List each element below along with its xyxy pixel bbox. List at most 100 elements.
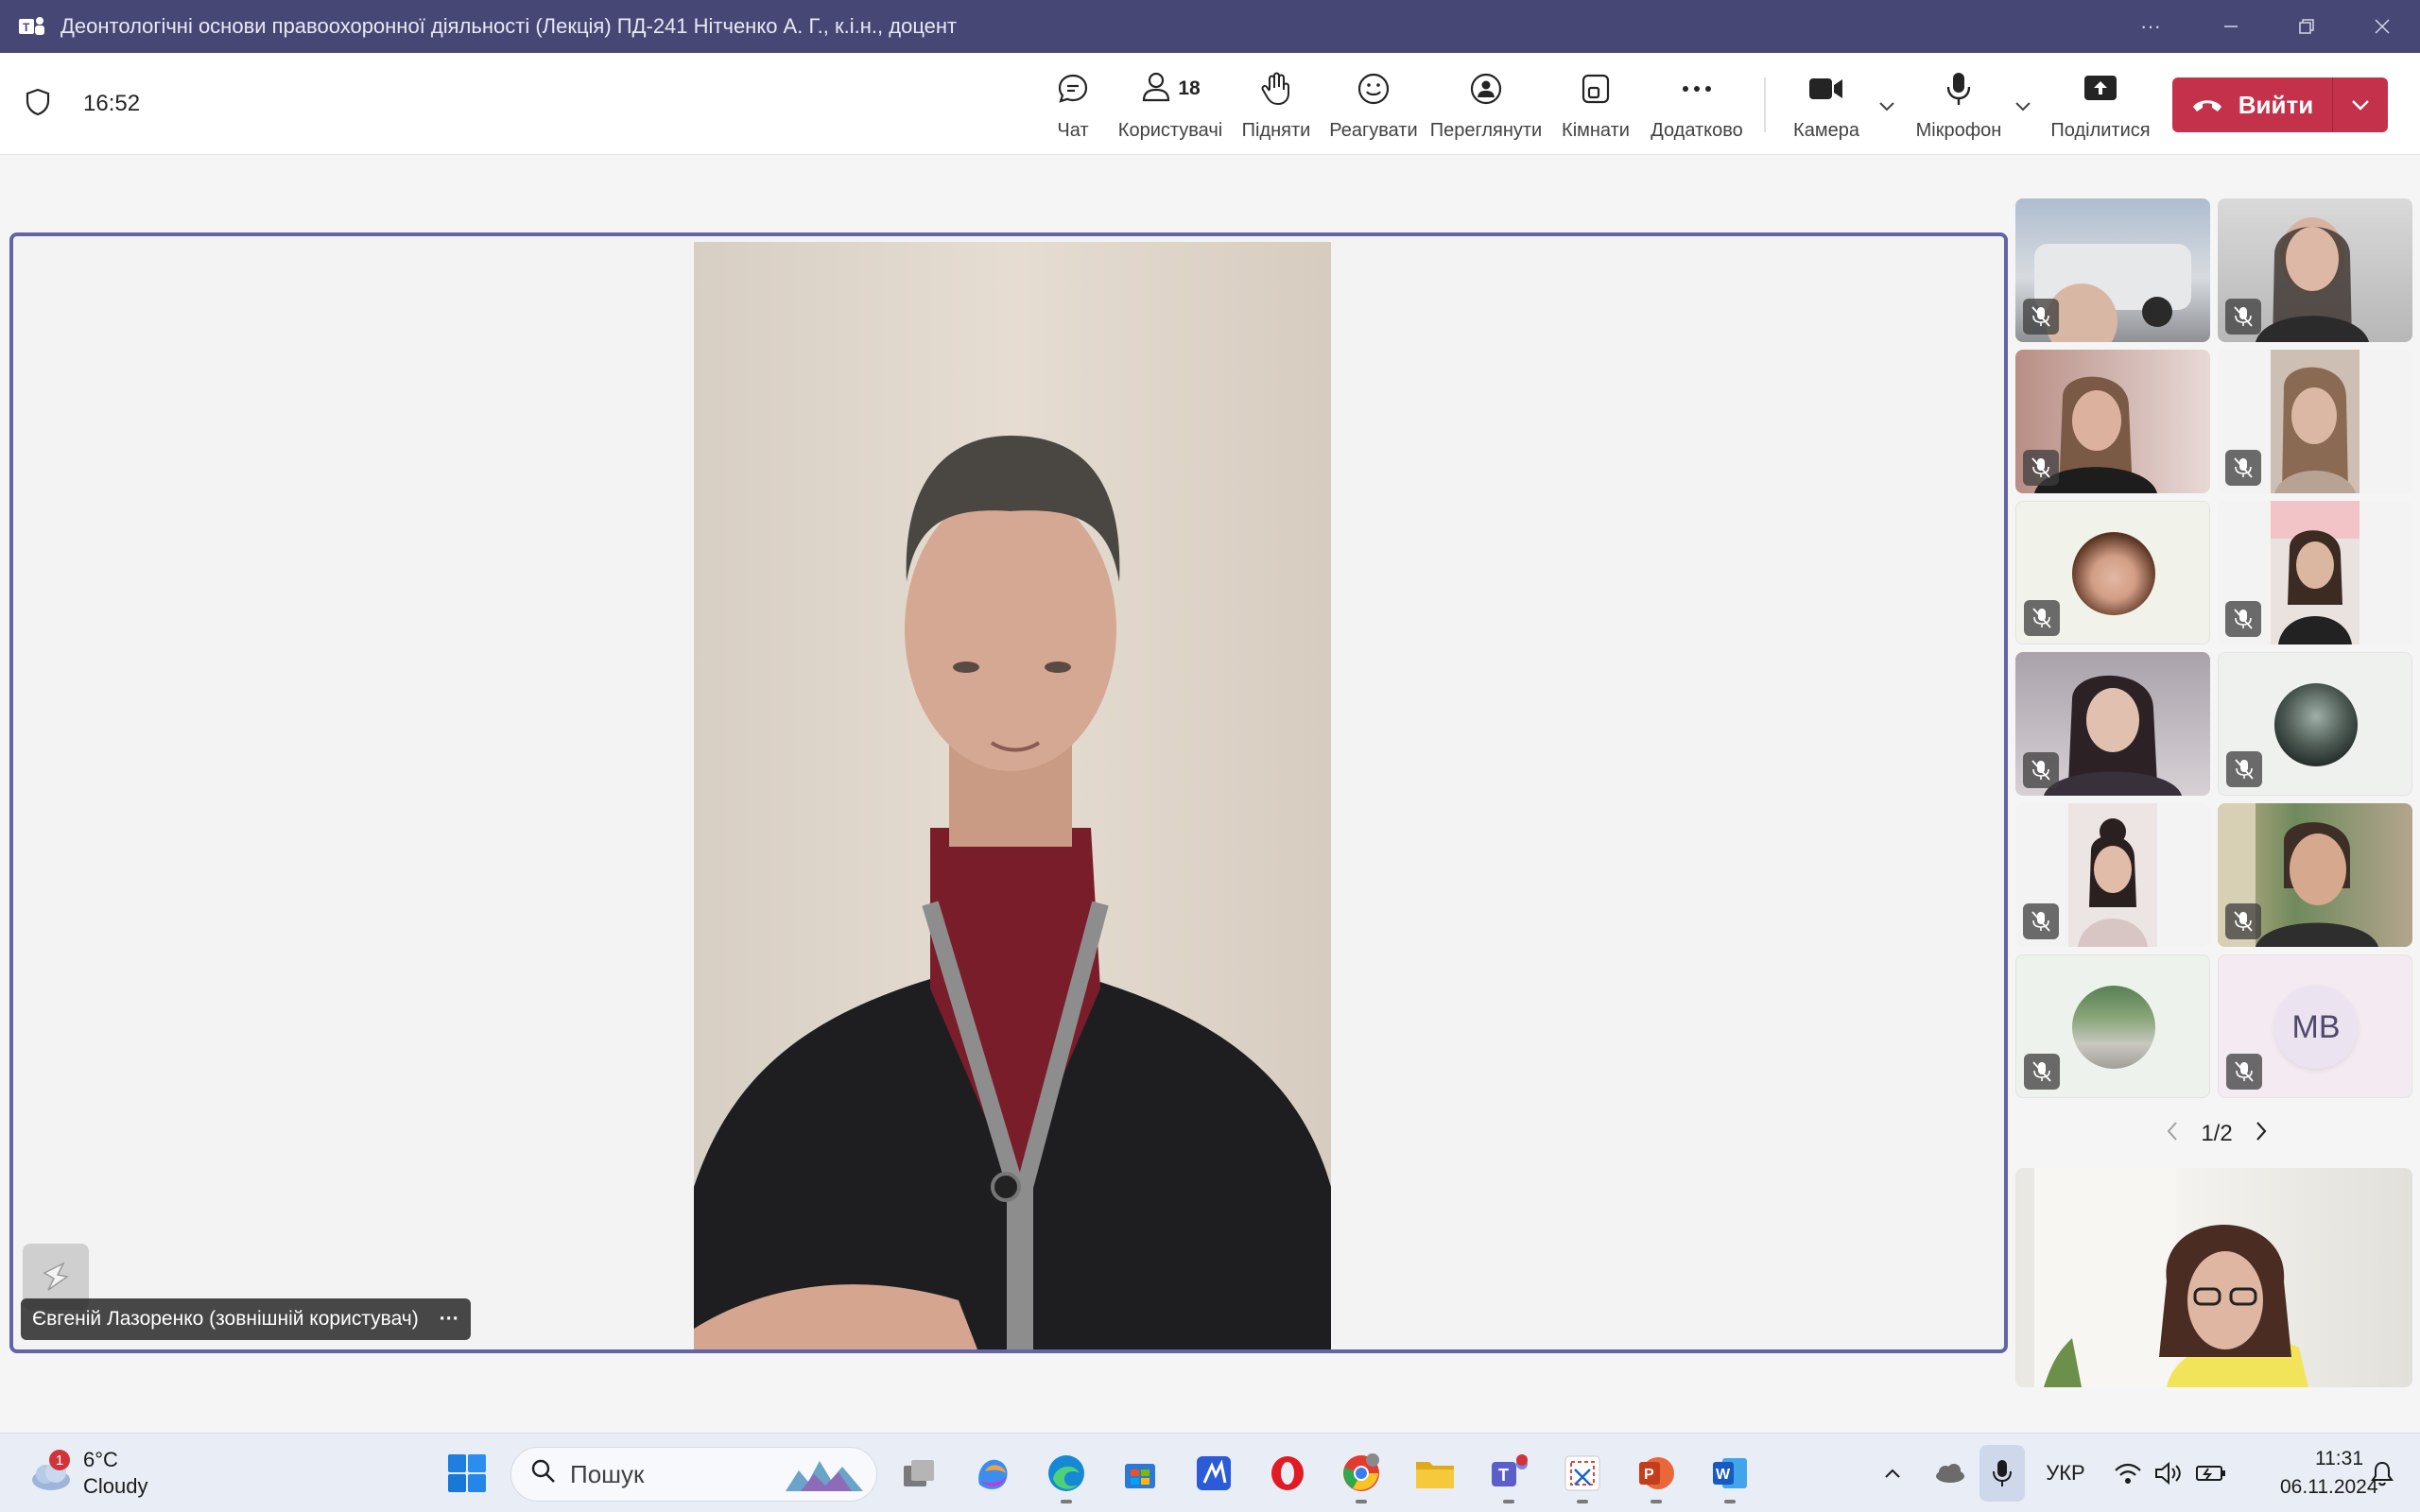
raise-hand-button[interactable]: Підняти	[1240, 70, 1312, 142]
avatar	[2072, 532, 2155, 615]
svg-text:W: W	[1716, 1467, 1731, 1483]
person-icon	[1140, 70, 1172, 109]
share-icon	[2083, 70, 2118, 108]
show-hidden-icons-chevron-icon[interactable]	[1877, 1454, 1908, 1492]
battery-icon[interactable]	[2193, 1454, 2229, 1492]
participant-tile[interactable]	[2015, 501, 2210, 644]
mic-muted-icon	[2225, 601, 2261, 637]
people-button[interactable]: 18 Користувачі	[1115, 70, 1225, 142]
gallery-pager: 1/2	[2146, 1115, 2288, 1153]
search-placeholder: Пошук	[570, 1459, 645, 1488]
hang-up-icon	[2191, 91, 2223, 120]
onedrive-icon[interactable]	[1928, 1454, 1970, 1492]
system-clock[interactable]: 11:31 06.11.2024	[2280, 1445, 2378, 1502]
taskbar-search[interactable]: Пошук	[510, 1447, 877, 1502]
opera-browser-icon[interactable]	[1261, 1447, 1314, 1500]
next-page-icon[interactable]	[2254, 1120, 2269, 1149]
clock-time: 11:31	[2315, 1448, 2363, 1469]
powerpoint-icon[interactable]: P	[1630, 1447, 1683, 1503]
chrome-browser-icon[interactable]	[1335, 1447, 1388, 1503]
participant-tile[interactable]	[2015, 954, 2210, 1098]
app-icon-blue[interactable]	[1187, 1447, 1240, 1500]
more-options-icon[interactable]: ···	[2108, 0, 2193, 53]
edge-browser-icon[interactable]	[1040, 1447, 1093, 1503]
weather-widget[interactable]: 1 6°C Cloudy	[26, 1445, 147, 1502]
participant-tile[interactable]: МВ	[2218, 954, 2412, 1098]
minimize-button[interactable]	[2193, 0, 2269, 53]
more-button[interactable]: Додатково	[1647, 70, 1747, 142]
participant-tile[interactable]	[2015, 803, 2210, 947]
participant-tile[interactable]	[2015, 350, 2210, 493]
share-button[interactable]: Поділитися	[2049, 70, 2152, 142]
windows-taskbar: 1 6°C Cloudy Пошук T P W УКР 11:31 06.11…	[0, 1433, 2420, 1512]
window-title: Деонтологічні основи правоохоронної діял…	[60, 14, 958, 38]
microphone-icon	[1945, 70, 1973, 108]
cloud-icon: 1	[26, 1450, 74, 1497]
microphone-button[interactable]: Мікрофон	[1913, 70, 2004, 142]
rooms-icon	[1580, 70, 1612, 108]
camera-icon	[1807, 70, 1845, 108]
start-button[interactable]	[441, 1447, 493, 1500]
file-explorer-icon[interactable]	[1409, 1447, 1461, 1500]
react-button[interactable]: Реагувати	[1327, 70, 1420, 142]
title-bar: T Деонтологічні основи правоохоронної ді…	[0, 0, 2420, 53]
previous-page-icon[interactable]	[2165, 1120, 2180, 1149]
close-button[interactable]	[2344, 0, 2420, 53]
wifi-icon[interactable]	[2112, 1454, 2144, 1492]
speaker-more-options-icon[interactable]: ···	[440, 1308, 459, 1331]
mic-muted-icon	[2226, 1054, 2262, 1090]
mic-options-chevron-icon[interactable]	[2012, 94, 2034, 117]
mic-muted-icon	[2225, 903, 2261, 939]
smiley-icon	[1357, 70, 1391, 108]
leave-options-chevron-icon[interactable]	[2333, 94, 2388, 116]
clock-date: 06.11.2024	[2280, 1476, 2378, 1498]
participant-tile[interactable]	[2015, 198, 2210, 342]
svg-text:T: T	[23, 21, 30, 34]
ellipsis-icon	[1680, 70, 1714, 108]
input-language-indicator[interactable]: УКР	[2042, 1454, 2089, 1492]
snipping-tool-icon[interactable]	[1556, 1447, 1609, 1503]
shield-icon[interactable]	[25, 88, 51, 121]
participant-tile[interactable]	[2218, 652, 2412, 796]
volume-icon[interactable]	[2152, 1454, 2184, 1492]
notification-bell-icon[interactable]	[2363, 1454, 2401, 1492]
view-icon	[1469, 70, 1503, 108]
people-count: 18	[1178, 77, 1201, 99]
participant-tile[interactable]	[2015, 652, 2210, 796]
mic-muted-icon	[2023, 903, 2059, 939]
toolbar-divider	[1764, 77, 1766, 132]
notification-badge: 1	[49, 1450, 70, 1470]
chat-button[interactable]: Чат	[1040, 70, 1106, 142]
mic-muted-icon	[2023, 299, 2059, 335]
view-button[interactable]: Переглянути	[1429, 70, 1543, 142]
speaker-name: Євгеній Лазоренко (зовнішній користувач)	[32, 1308, 419, 1330]
participant-tile[interactable]	[2218, 198, 2412, 342]
page-indicator: 1/2	[2201, 1121, 2233, 1146]
svg-text:T: T	[1498, 1466, 1509, 1485]
teams-icon[interactable]: T	[1482, 1447, 1535, 1503]
speaker-name-label: Євгеній Лазоренко (зовнішній користувач)…	[21, 1298, 471, 1340]
task-view-icon[interactable]	[892, 1447, 945, 1500]
search-highlight-icon	[782, 1453, 867, 1503]
participant-tile[interactable]	[2218, 803, 2412, 947]
camera-button[interactable]: Камера	[1787, 70, 1866, 142]
camera-options-chevron-icon[interactable]	[1876, 94, 1898, 117]
copilot-icon[interactable]	[966, 1447, 1019, 1500]
hand-icon	[1259, 70, 1293, 108]
mic-muted-icon	[2024, 600, 2060, 636]
word-icon[interactable]: W	[1703, 1447, 1756, 1503]
speaker-video[interactable]	[694, 242, 1331, 1349]
svg-text:P: P	[1644, 1467, 1654, 1483]
chat-icon	[1056, 70, 1090, 108]
avatar	[2274, 683, 2358, 766]
mic-muted-icon	[2226, 751, 2262, 787]
participant-tile[interactable]	[2218, 501, 2412, 644]
participant-tile[interactable]	[2218, 350, 2412, 493]
main-stage: Євгеній Лазоренко (зовнішній користувач)…	[9, 232, 2008, 1353]
rooms-button[interactable]: Кімнати	[1558, 70, 1634, 142]
microphone-in-use-icon[interactable]	[1979, 1445, 2025, 1502]
self-view-video[interactable]	[2015, 1168, 2412, 1387]
leave-button[interactable]: Вийти	[2172, 77, 2388, 132]
restore-button[interactable]	[2269, 0, 2344, 53]
microsoft-store-icon[interactable]	[1114, 1447, 1167, 1500]
